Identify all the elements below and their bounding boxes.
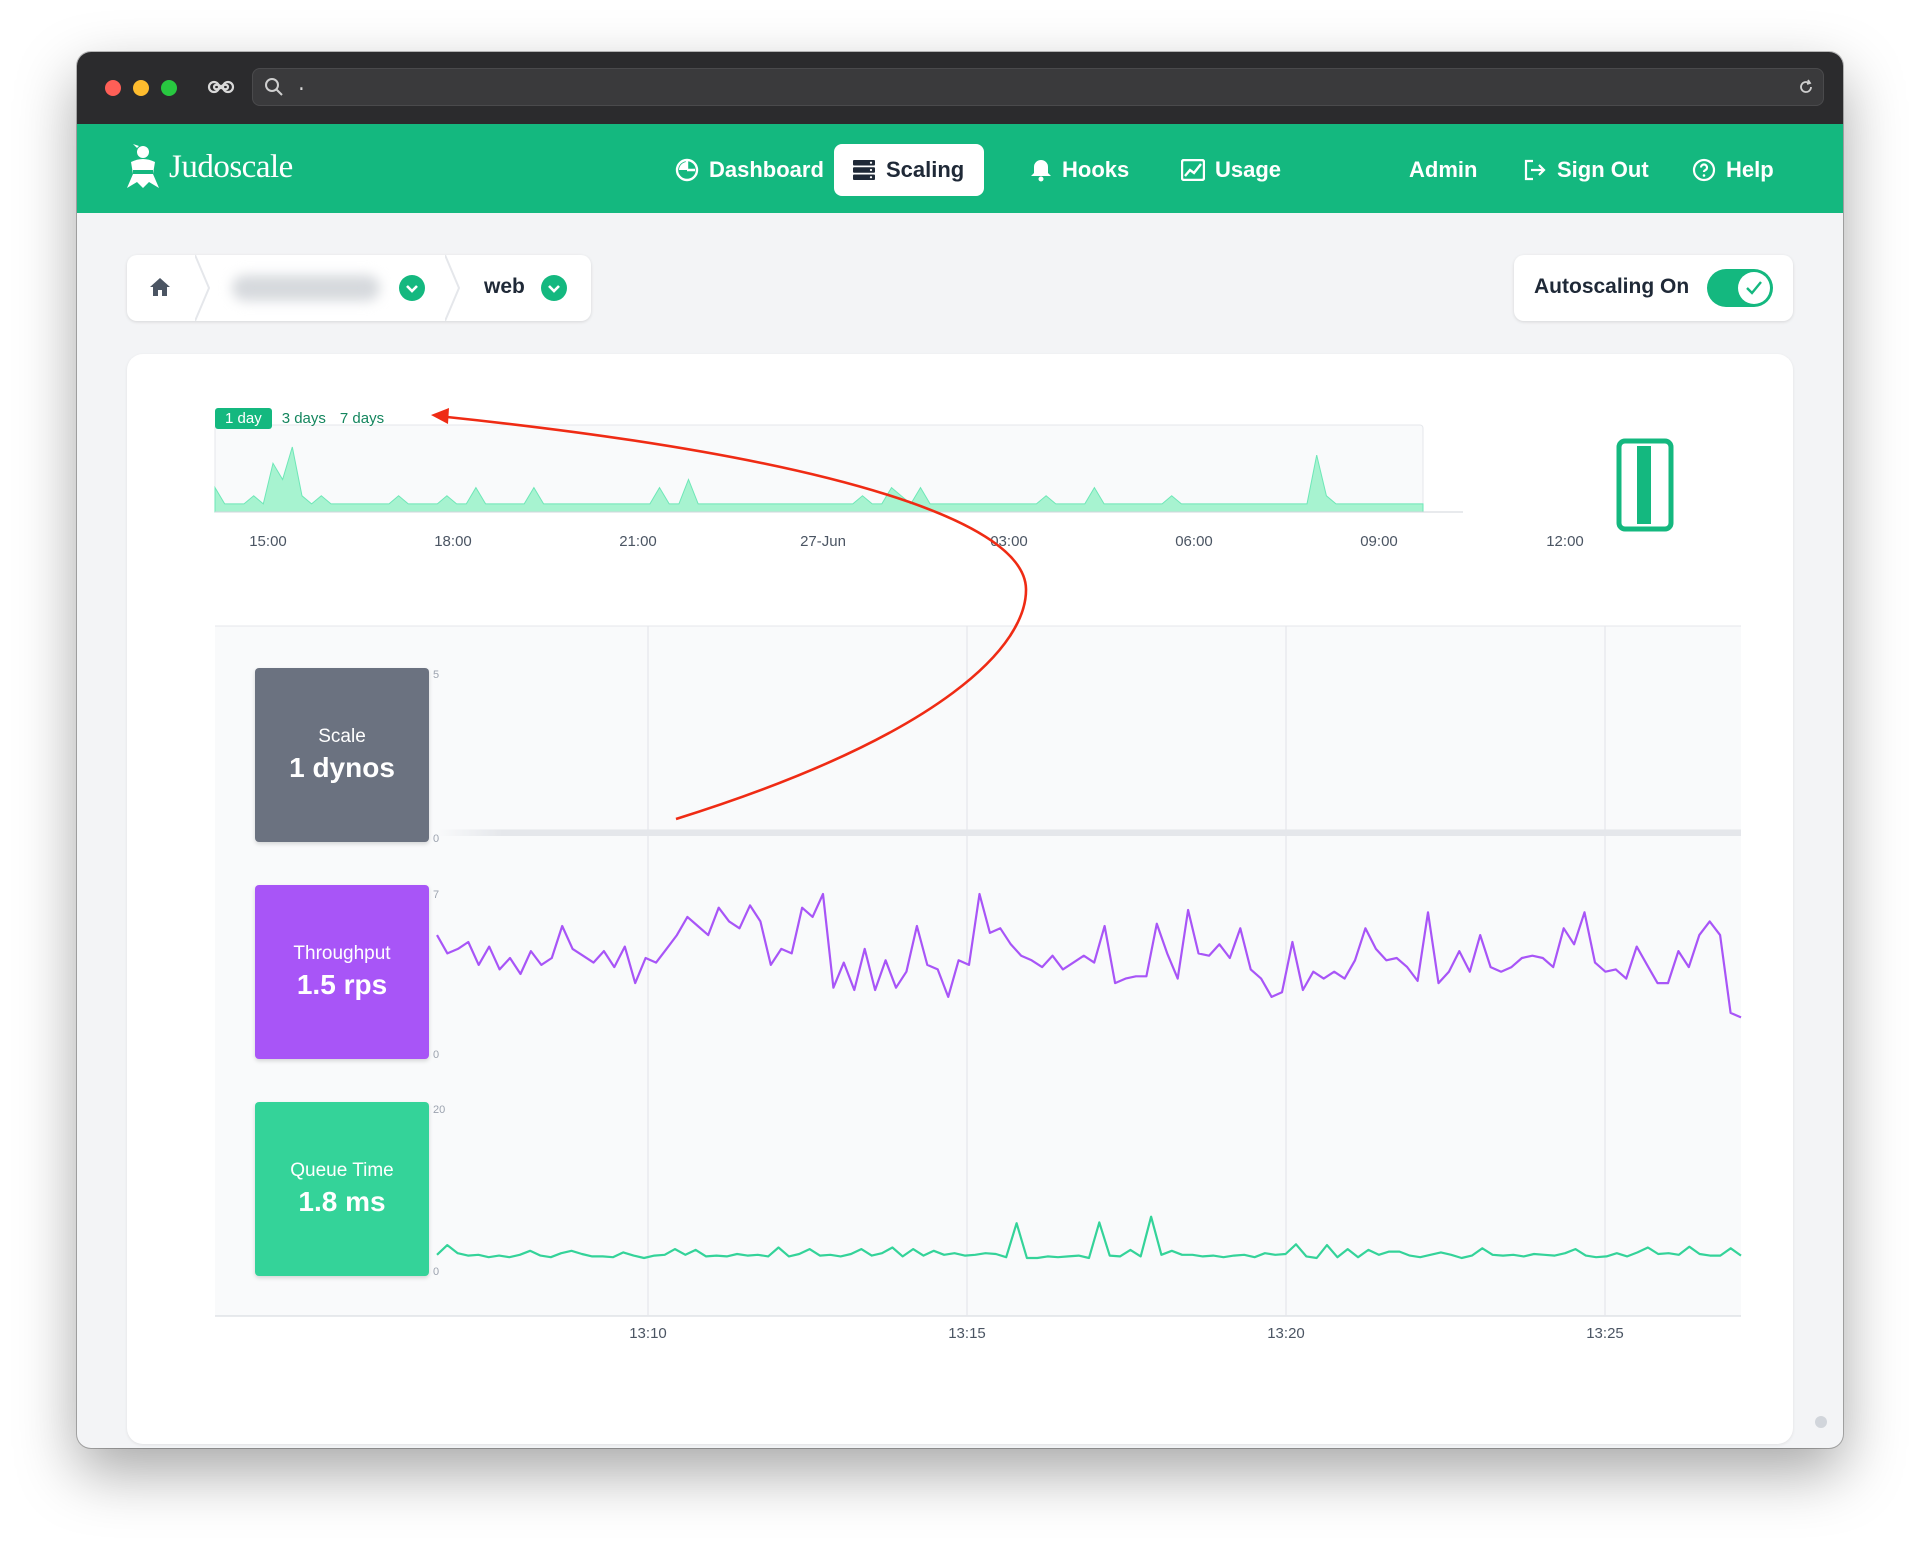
nav-admin-label: Admin — [1409, 157, 1478, 182]
check-icon — [1746, 281, 1762, 295]
nav-dashboard-label: Dashboard — [709, 157, 824, 182]
queue-time-y-min-label: 0 — [433, 1266, 439, 1278]
autoscaling-toggle[interactable] — [1707, 269, 1773, 307]
scale-metric-tile[interactable]: Scale 1 dynos — [255, 668, 429, 842]
scale-metric-value: 1 dynos — [289, 752, 395, 783]
close-window-button[interactable] — [105, 80, 121, 96]
overview-x-tick: 27-Jun — [800, 533, 846, 550]
overview-x-tick: 21:00 — [619, 533, 657, 550]
app-name-blurred[interactable] — [232, 275, 380, 301]
throughput-y-max-label: 7 — [433, 889, 439, 901]
breadcrumb-separator-icon — [195, 255, 211, 321]
breadcrumb: web — [127, 255, 591, 321]
nav-admin[interactable]: Admin — [1391, 144, 1495, 196]
browser-titlebar: . — [77, 52, 1843, 124]
nav-scaling[interactable]: Scaling — [834, 144, 984, 196]
judoka-logo-icon — [127, 144, 159, 188]
server-stack-icon — [853, 160, 875, 180]
throughput-y-min-label: 0 — [433, 1049, 439, 1061]
nav-dashboard[interactable]: Dashboard — [657, 144, 842, 196]
overview-x-tick: 06:00 — [1175, 533, 1213, 550]
gauge-icon — [675, 158, 699, 182]
chart-card: 15:00 18:00 21:00 27-Jun 03:00 06:00 09:00 12:0… — [127, 354, 1793, 1444]
sign-out-icon — [1524, 159, 1546, 181]
throughput-metric-value: 1.5 rps — [296, 969, 388, 1000]
url-text: . — [296, 76, 307, 96]
scale-y-max-label: 5 — [433, 669, 439, 681]
queue-time-metric-value: 1.8 ms — [298, 1186, 386, 1217]
bell-icon — [1031, 160, 1051, 182]
reload-icon[interactable] — [1796, 77, 1816, 97]
overview-x-tick: 09:00 — [1360, 533, 1398, 550]
queue-time-metric-label: Queue Time — [290, 1160, 394, 1181]
overview-range-handle[interactable] — [1616, 438, 1674, 532]
main-chart-background — [215, 626, 1741, 1316]
throughput-metric-label: Throughput — [293, 943, 391, 964]
queue-time-metric-tile[interactable]: Queue Time 1.8 ms — [255, 1102, 429, 1276]
nav-sign-out-label: Sign Out — [1557, 157, 1649, 182]
annotation-arrow-head-icon — [431, 408, 449, 424]
time-axis-tick: 13:20 — [1267, 1325, 1305, 1342]
app-navbar: Judoscale Dashboard Scaling Hooks Usage … — [77, 124, 1843, 213]
address-bar[interactable]: . — [252, 68, 1824, 106]
queue-time-y-max-label: 20 — [433, 1104, 445, 1116]
autoscaling-panel: Autoscaling On — [1514, 255, 1793, 321]
home-icon[interactable] — [149, 277, 171, 297]
range-3-days[interactable]: 3 days — [282, 410, 326, 427]
nav-usage[interactable]: Usage — [1163, 144, 1299, 196]
minimize-window-button[interactable] — [133, 80, 149, 96]
app-select-chevron-icon[interactable] — [399, 275, 425, 301]
throughput-metric-tile[interactable]: Throughput 1.5 rps — [255, 885, 429, 1059]
scale-area — [437, 829, 1741, 836]
search-icon — [265, 78, 283, 96]
range-selector: 1 day 3 days 7 days — [215, 408, 384, 429]
autoscaling-label: Autoscaling On — [1534, 275, 1690, 298]
brand-logo[interactable]: Judoscale — [125, 142, 293, 192]
range-1-day[interactable]: 1 day — [215, 408, 272, 429]
nav-help[interactable]: Help — [1674, 144, 1792, 196]
overview-x-tick: 15:00 — [249, 533, 287, 550]
range-handle-grip — [1637, 446, 1651, 524]
maximize-window-button[interactable] — [161, 80, 177, 96]
process-select-chevron-icon[interactable] — [541, 275, 567, 301]
overview-x-tick: 12:00 — [1546, 533, 1584, 550]
nav-help-label: Help — [1726, 157, 1774, 182]
infinity-icon[interactable] — [207, 78, 235, 96]
nav-usage-label: Usage — [1215, 157, 1282, 182]
breadcrumb-separator-icon — [445, 255, 461, 321]
toggle-knob — [1738, 272, 1770, 304]
nav-scaling-label: Scaling — [886, 157, 965, 182]
range-7-days[interactable]: 7 days — [340, 410, 384, 427]
process-name[interactable]: web — [484, 275, 525, 299]
time-axis-tick: 13:25 — [1586, 1325, 1624, 1342]
nav-hooks-label: Hooks — [1062, 157, 1130, 182]
brand-name: Judoscale — [169, 148, 293, 185]
overview-x-tick: 18:00 — [434, 533, 472, 550]
browser-window: . Judoscale Dashboard Scaling Hooks Usag… — [77, 52, 1843, 1448]
line-chart-icon — [1181, 159, 1205, 181]
overview-x-tick: 03:00 — [990, 533, 1028, 550]
help-icon — [1692, 158, 1716, 182]
time-axis-tick: 13:15 — [948, 1325, 986, 1342]
time-axis-tick: 13:10 — [629, 1325, 667, 1342]
scale-metric-label: Scale — [318, 726, 366, 747]
scroll-indicator — [1815, 1416, 1827, 1428]
nav-hooks[interactable]: Hooks — [1012, 144, 1147, 196]
nav-sign-out[interactable]: Sign Out — [1505, 144, 1667, 196]
